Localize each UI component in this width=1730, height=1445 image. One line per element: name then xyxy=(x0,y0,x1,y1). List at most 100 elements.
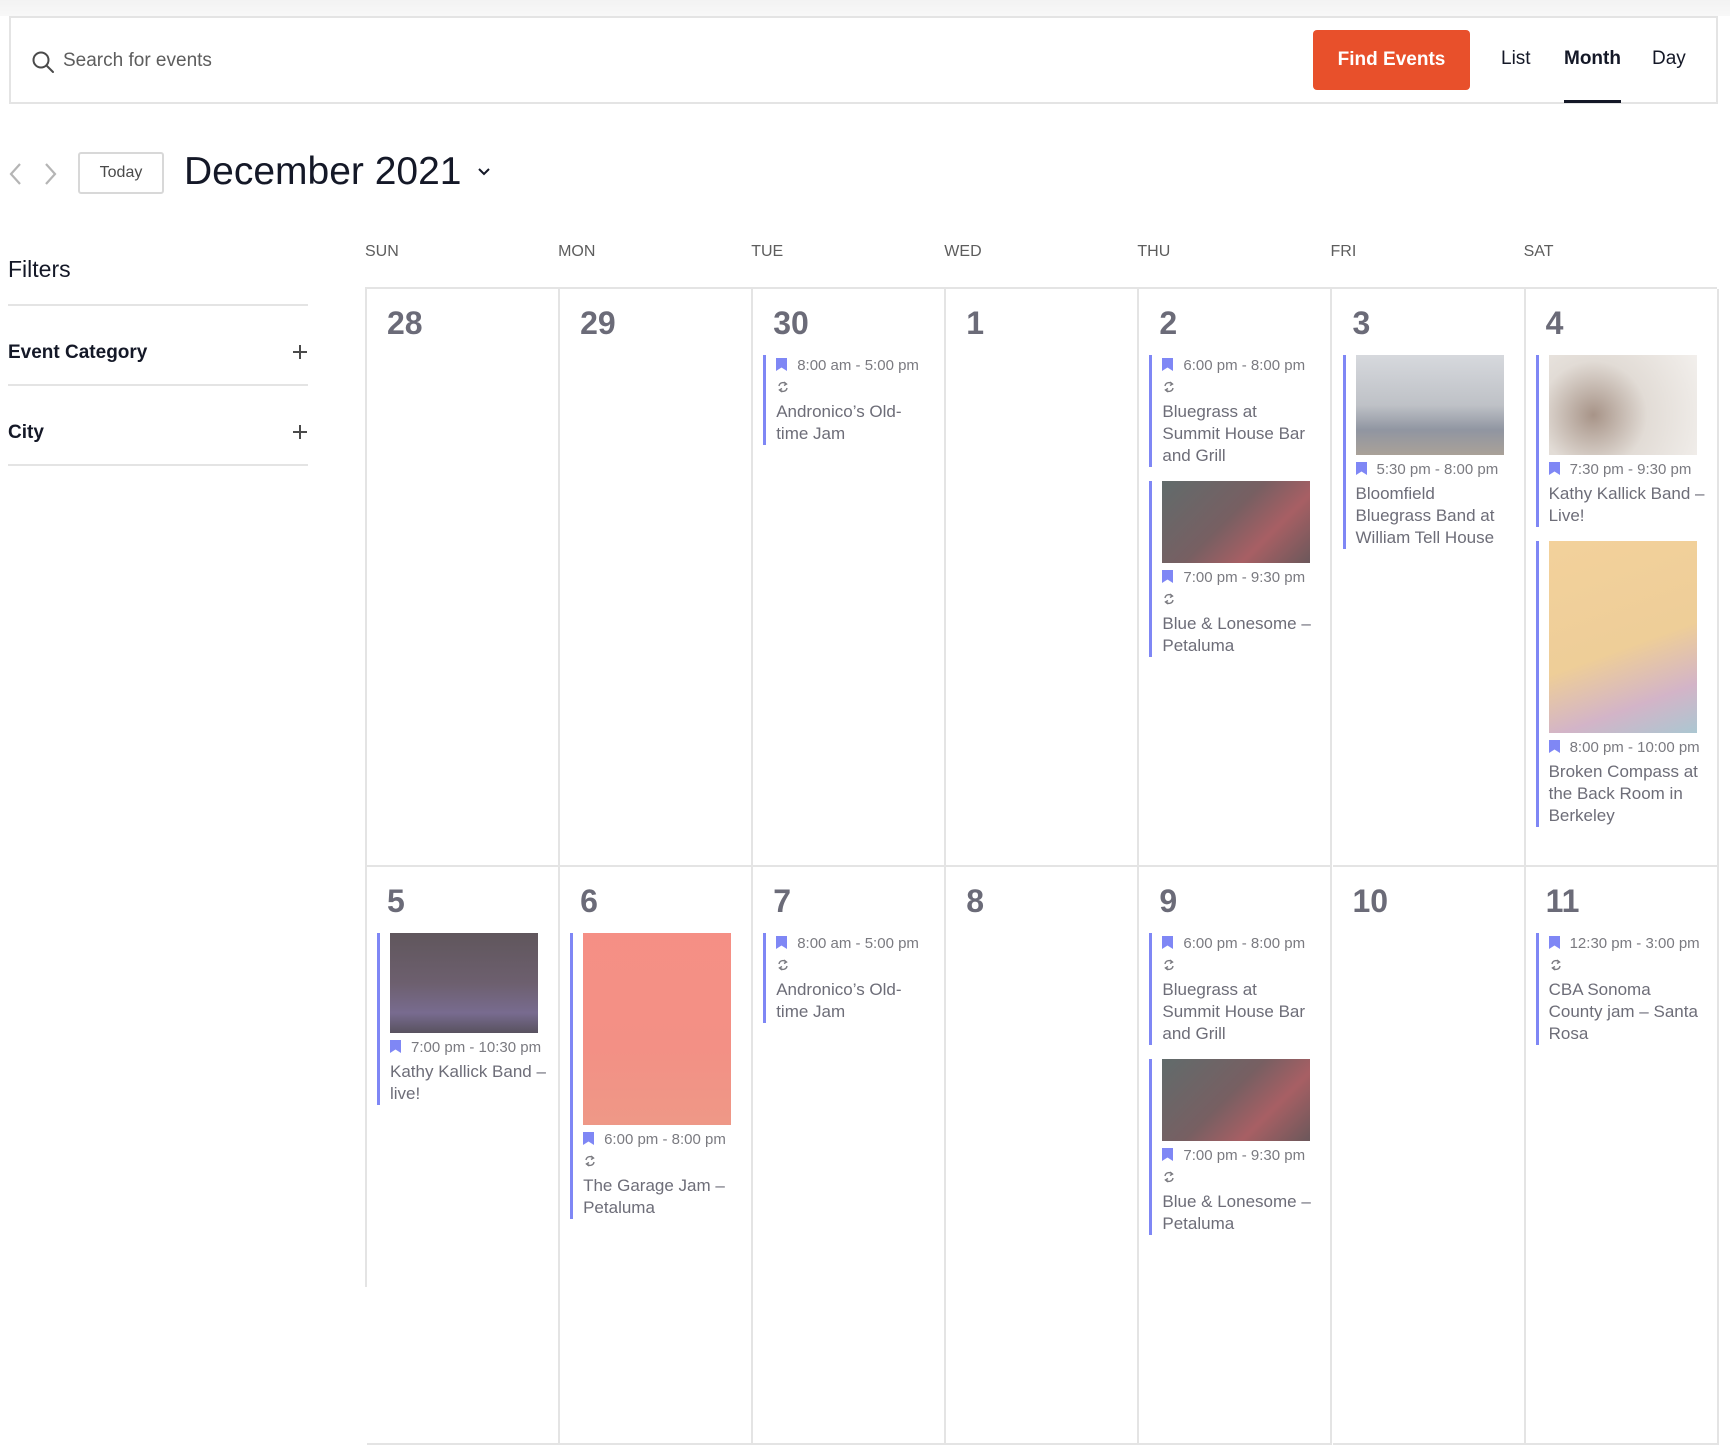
day-events: 8:00 am - 5:00 pm Andronico’s Old-time Ja… xyxy=(763,355,932,459)
day-number[interactable]: 6 xyxy=(580,883,598,920)
event-title-link[interactable]: Bluegrass at Summit House Bar and Grill xyxy=(1162,979,1318,1045)
day-cell[interactable]: 5 7:00 pm - 10:30 pm Kathy Kallick Band – … xyxy=(367,867,561,1445)
today-button[interactable]: Today xyxy=(78,152,164,194)
event-time: 6:00 pm - 8:00 pm xyxy=(1162,355,1318,377)
event-thumbnail-image[interactable] xyxy=(1162,1059,1311,1141)
recurring-indicator xyxy=(776,955,932,977)
day-cell[interactable]: 29 xyxy=(560,289,754,867)
chevron-down-icon xyxy=(477,168,490,176)
day-cell[interactable]: 9 6:00 pm - 8:00 pm Bluegrass at Summit Ho… xyxy=(1139,867,1333,1445)
day-cell[interactable]: 7 8:00 am - 5:00 pm Andronico’s Old-time J… xyxy=(753,867,947,1445)
filter-event-category[interactable]: Event Category xyxy=(8,328,308,388)
calendar-event[interactable]: 7:00 pm - 10:30 pm Kathy Kallick Band – l… xyxy=(377,933,546,1105)
event-title-link[interactable]: The Garage Jam – Petaluma xyxy=(583,1175,739,1219)
day-number[interactable]: 7 xyxy=(773,883,791,920)
day-cell[interactable]: 10 xyxy=(1332,867,1526,1445)
calendar-event[interactable]: 8:00 am - 5:00 pm Andronico’s Old-time Ja… xyxy=(763,355,932,445)
day-cell[interactable]: 2 6:00 pm - 8:00 pm Bluegrass at Summit Ho… xyxy=(1139,289,1333,867)
event-title-link[interactable]: Kathy Kallick Band – live! xyxy=(390,1061,546,1105)
event-title-link[interactable]: Andronico’s Old-time Jam xyxy=(776,979,932,1023)
event-title-link[interactable]: Broken Compass at the Back Room in Berke… xyxy=(1549,761,1705,827)
day-number[interactable]: 8 xyxy=(966,883,984,920)
bookmark-icon xyxy=(1162,570,1174,583)
day-number[interactable]: 1 xyxy=(966,305,984,342)
day-number[interactable]: 5 xyxy=(387,883,405,920)
day-cell[interactable]: 28 xyxy=(367,289,561,867)
day-events: 7:00 pm - 10:30 pm Kathy Kallick Band – l… xyxy=(377,933,546,1119)
event-time-text: 7:30 pm - 9:30 pm xyxy=(1569,461,1692,478)
day-number[interactable]: 2 xyxy=(1159,305,1177,342)
view-tab-month[interactable]: Month xyxy=(1564,48,1621,103)
filter-divider xyxy=(8,464,308,466)
month-picker[interactable]: December 2021 xyxy=(184,150,492,194)
recurring-icon xyxy=(1164,381,1175,393)
day-number[interactable]: 10 xyxy=(1353,883,1389,920)
day-number[interactable]: 30 xyxy=(773,305,809,342)
event-thumbnail-image[interactable] xyxy=(1162,481,1311,563)
event-title-link[interactable]: Kathy Kallick Band – Live! xyxy=(1549,483,1705,527)
recurring-indicator xyxy=(776,377,932,399)
find-events-button[interactable]: Find Events xyxy=(1313,30,1470,90)
weekday-label: SAT xyxy=(1523,243,1554,260)
event-thumbnail-image[interactable] xyxy=(1548,355,1697,455)
day-cell[interactable]: 11 12:30 pm - 3:00 pm CBA Sonoma County ja… xyxy=(1525,867,1719,1445)
event-title-link[interactable]: Bloomfield Bluegrass Band at William Tel… xyxy=(1356,483,1512,549)
previous-month-arrow-icon[interactable] xyxy=(6,160,26,188)
bookmark-icon xyxy=(1548,462,1560,475)
plus-icon[interactable] xyxy=(292,344,308,360)
event-title-link[interactable]: Blue & Lonesome – Petaluma xyxy=(1162,613,1318,657)
day-number[interactable]: 9 xyxy=(1159,883,1177,920)
event-title-link[interactable]: CBA Sonoma County jam – Santa Rosa xyxy=(1549,979,1705,1045)
filter-divider xyxy=(8,384,308,386)
day-number[interactable]: 29 xyxy=(580,305,616,342)
plus-icon[interactable] xyxy=(292,424,308,440)
day-cell[interactable]: 30 8:00 am - 5:00 pm Andronico’s Old-time … xyxy=(753,289,947,867)
view-tab-day[interactable]: Day xyxy=(1652,48,1686,70)
day-number[interactable]: 4 xyxy=(1546,305,1564,342)
bookmark-icon xyxy=(1162,936,1174,949)
event-title-link[interactable]: Bluegrass at Summit House Bar and Grill xyxy=(1162,401,1318,467)
recurring-icon xyxy=(778,959,788,971)
day-cell[interactable]: 4 7:30 pm - 9:30 pm Kathy Kallick Band – L… xyxy=(1525,289,1719,867)
event-title-link[interactable]: Andronico’s Old-time Jam xyxy=(776,401,932,445)
calendar-event[interactable]: 8:00 am - 5:00 pm Andronico’s Old-time Ja… xyxy=(763,933,932,1023)
recurring-indicator xyxy=(1162,589,1318,611)
day-cell[interactable]: 3 5:30 pm - 8:00 pm Bloomfield Bluegrass B… xyxy=(1332,289,1526,867)
day-cell[interactable]: 8 xyxy=(946,867,1140,1445)
day-number[interactable]: 3 xyxy=(1353,305,1371,342)
search-input[interactable] xyxy=(63,44,663,78)
calendar-event[interactable]: 5:30 pm - 8:00 pm Bloomfield Bluegrass Ba… xyxy=(1342,355,1512,549)
event-time: 6:00 pm - 8:00 pm xyxy=(1162,933,1318,955)
event-time: 7:00 pm - 10:30 pm xyxy=(390,1037,546,1059)
calendar-event[interactable]: 12:30 pm - 3:00 pm CBA Sonoma County jam … xyxy=(1535,933,1705,1045)
calendar-event[interactable]: 6:00 pm - 8:00 pm The Garage Jam – Petalu… xyxy=(570,933,739,1219)
next-month-arrow-icon[interactable] xyxy=(40,160,60,188)
calendar-event[interactable]: 7:30 pm - 9:30 pm Kathy Kallick Band – Li… xyxy=(1535,355,1705,527)
calendar-event[interactable]: 7:00 pm - 9:30 pm Blue & Lonesome – Petal… xyxy=(1149,481,1318,657)
calendar-event[interactable]: 6:00 pm - 8:00 pm Bluegrass at Summit Hou… xyxy=(1149,933,1318,1045)
recurring-icon xyxy=(1164,593,1175,605)
calendar-event[interactable]: 7:00 pm - 9:30 pm Blue & Lonesome – Petal… xyxy=(1149,1059,1318,1235)
event-thumbnail-image[interactable] xyxy=(1355,355,1504,455)
events-search-bar: Find Events List Month Day xyxy=(9,16,1718,104)
view-tab-list[interactable]: List xyxy=(1501,48,1531,70)
day-cell[interactable]: 1 xyxy=(946,289,1140,867)
calendar-event[interactable]: 8:00 pm - 10:00 pm Broken Compass at the … xyxy=(1535,541,1705,827)
event-thumbnail-image[interactable] xyxy=(1548,541,1697,733)
event-title-link[interactable]: Blue & Lonesome – Petaluma xyxy=(1162,1191,1318,1235)
day-cell[interactable]: 6 6:00 pm - 8:00 pm The Garage Jam – Petal… xyxy=(560,867,754,1445)
event-thumbnail-image[interactable] xyxy=(390,933,538,1033)
filter-label: Event Category xyxy=(8,342,148,363)
event-thumbnail-image[interactable] xyxy=(583,933,732,1125)
event-time-text: 6:00 pm - 8:00 pm xyxy=(1183,357,1306,374)
month-title: December 2021 xyxy=(184,150,462,193)
recurring-icon xyxy=(1164,1171,1175,1183)
day-number[interactable]: 28 xyxy=(387,305,423,342)
filter-city[interactable]: City xyxy=(8,408,308,468)
bookmark-icon xyxy=(390,1040,401,1053)
day-number[interactable]: 11 xyxy=(1546,883,1580,920)
event-time: 6:00 pm - 8:00 pm xyxy=(583,1129,739,1151)
event-time: 7:30 pm - 9:30 pm xyxy=(1548,459,1705,481)
event-time: 8:00 am - 5:00 pm xyxy=(776,355,932,377)
calendar-event[interactable]: 6:00 pm - 8:00 pm Bluegrass at Summit Hou… xyxy=(1149,355,1318,467)
